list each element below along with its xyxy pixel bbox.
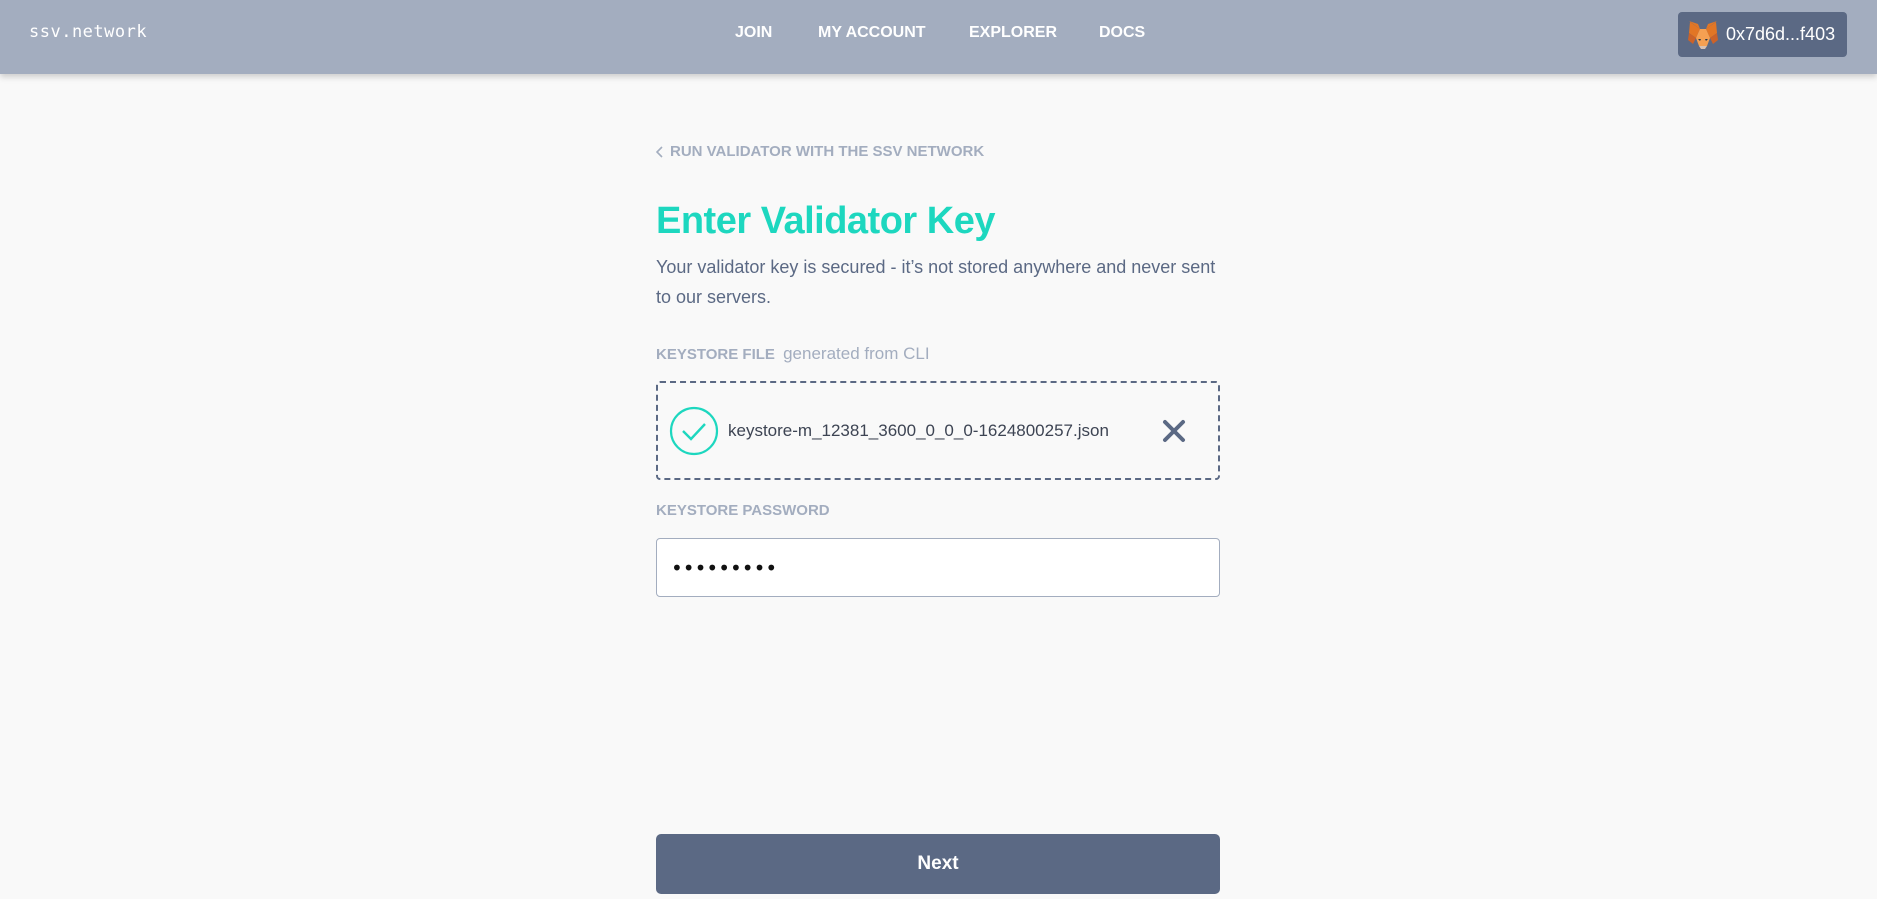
keystore-file-hint: generated from CLI xyxy=(783,344,930,363)
nav-explorer[interactable]: EXPLORER xyxy=(969,24,1057,42)
back-link-label: RUN VALIDATOR WITH THE SSV NETWORK xyxy=(670,143,985,160)
keystore-dropzone[interactable]: keystore-m_12381_3600_0_0_0-1624800257.j… xyxy=(656,381,1220,480)
keystore-file-label-text: KEYSTORE FILE xyxy=(656,346,775,363)
page-title: Enter Validator Key xyxy=(656,200,995,242)
keystore-filename: keystore-m_12381_3600_0_0_0-1624800257.j… xyxy=(728,421,1109,440)
top-navbar: ssv.network JOIN MY ACCOUNT EXPLORER DOC… xyxy=(0,0,1877,74)
page-subtitle: Your validator key is secured - it’s not… xyxy=(656,257,1216,307)
keystore-password-input[interactable] xyxy=(656,538,1220,597)
next-button[interactable]: Next xyxy=(656,834,1220,894)
wallet-address: 0x7d6d...f403 xyxy=(1726,24,1836,44)
close-icon[interactable] xyxy=(1160,417,1188,445)
nav-docs[interactable]: DOCS xyxy=(1099,24,1145,42)
site-logo[interactable]: ssv.network xyxy=(29,22,147,42)
keystore-password-label: KEYSTORE PASSWORD xyxy=(656,502,830,519)
chevron-left-icon xyxy=(656,145,664,158)
metamask-fox-icon xyxy=(1687,20,1719,50)
check-circle-icon xyxy=(669,406,719,456)
back-link[interactable]: RUN VALIDATOR WITH THE SSV NETWORK xyxy=(656,143,984,160)
nav-my-account[interactable]: MY ACCOUNT xyxy=(818,24,926,42)
keystore-file-label: KEYSTORE FILE generated from CLI xyxy=(656,344,930,364)
nav-join[interactable]: JOIN xyxy=(735,24,772,42)
wallet-button[interactable]: 0x7d6d...f403 xyxy=(1678,12,1847,57)
